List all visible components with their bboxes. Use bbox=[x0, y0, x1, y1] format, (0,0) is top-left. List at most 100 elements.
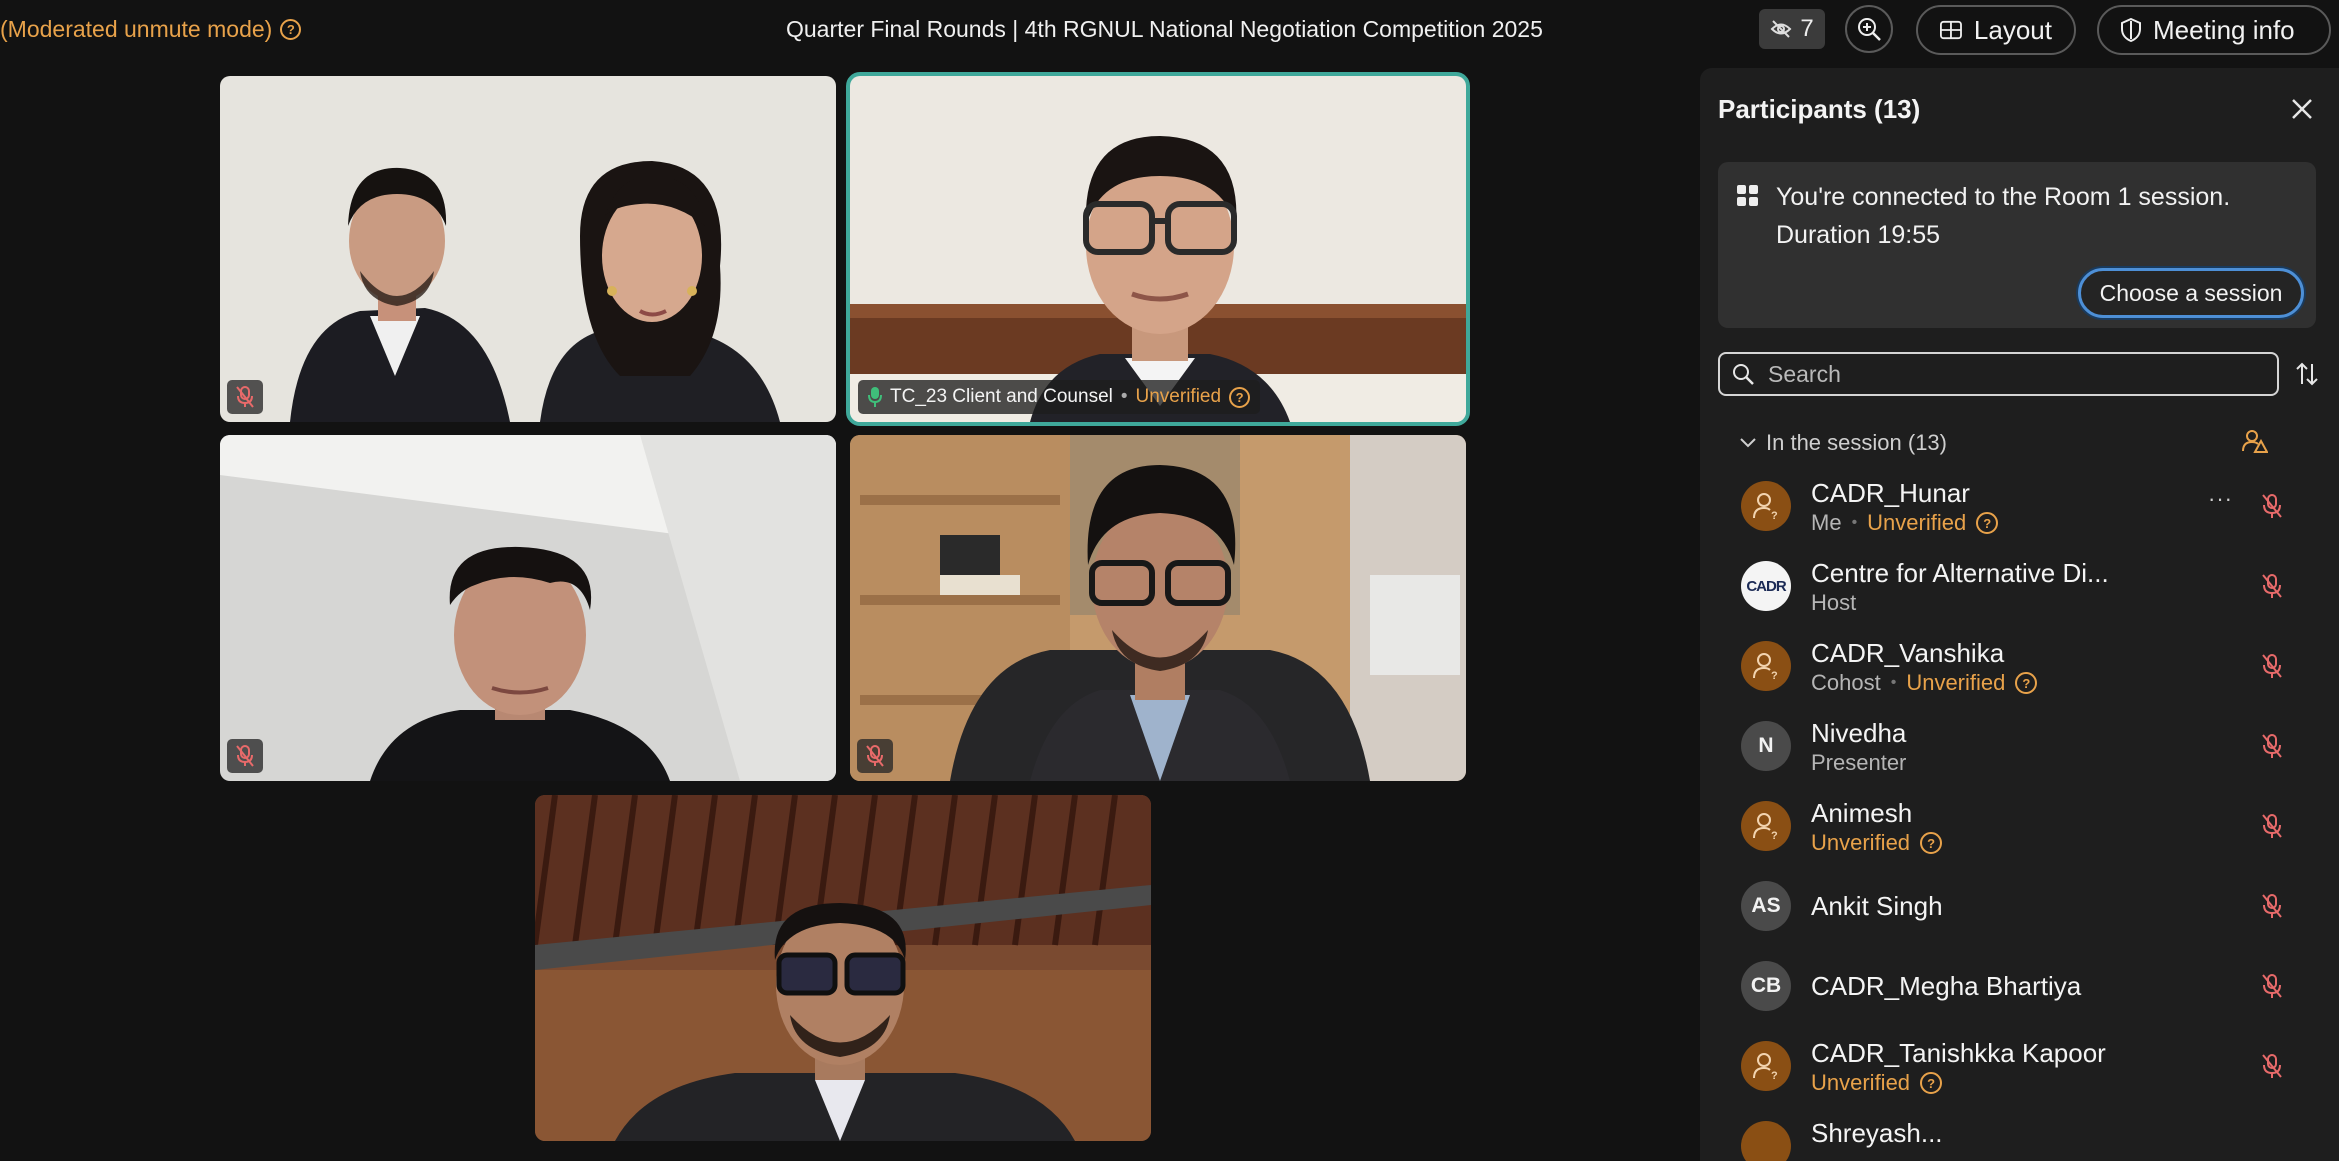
participant-meta: Me • Unverified ? bbox=[1811, 510, 1999, 536]
meeting-title: Quarter Final Rounds | 4th RGNUL Nationa… bbox=[786, 16, 1543, 42]
participant-row[interactable]: N Nivedha Presenter bbox=[1700, 706, 2339, 786]
help-icon[interactable]: ? bbox=[280, 19, 302, 40]
participant-role: Cohost bbox=[1811, 670, 1881, 695]
participant-row[interactable]: ? CADR_Tanishkka Kapoor Unverified ? bbox=[1700, 1026, 2339, 1106]
participant-video bbox=[220, 76, 836, 422]
verification-status: Unverified bbox=[1867, 510, 1967, 535]
panel-title: Participants (13) bbox=[1718, 94, 1921, 124]
mic-off-icon[interactable] bbox=[2258, 892, 2286, 920]
participant-meta: Presenter bbox=[1811, 750, 1906, 776]
more-options-icon[interactable]: ··· bbox=[2208, 486, 2233, 512]
mic-off-icon[interactable] bbox=[2258, 572, 2286, 600]
participant-name: Centre for Alternative Di... bbox=[1811, 558, 2109, 588]
participant-search[interactable] bbox=[1718, 352, 2279, 396]
participant-meta: Cohost • Unverified ? bbox=[1811, 670, 2038, 696]
mic-muted-badge bbox=[227, 739, 263, 773]
logo-text: CADR bbox=[1746, 577, 1786, 595]
layout-button[interactable]: Layout bbox=[1916, 5, 2076, 55]
top-bar: (Moderated unmute mode) ? Quarter Final … bbox=[0, 0, 2339, 60]
video-tile[interactable] bbox=[220, 76, 836, 422]
participant-role: Me bbox=[1811, 510, 1842, 535]
help-icon[interactable]: ? bbox=[1976, 512, 1999, 534]
participant-name: Shreyash... bbox=[1811, 1118, 1943, 1148]
participant-row[interactable]: CADR Centre for Alternative Di... Host bbox=[1700, 546, 2339, 626]
mic-off-icon[interactable] bbox=[2258, 972, 2286, 1000]
participant-name: CADR_Megha Bhartiya bbox=[1811, 971, 2082, 1001]
mic-on-icon bbox=[868, 387, 882, 407]
verification-status: Unverified bbox=[1135, 386, 1222, 407]
chevron-down-icon bbox=[1740, 438, 1756, 448]
video-tile[interactable] bbox=[535, 795, 1151, 1141]
search-input[interactable] bbox=[1766, 359, 2250, 389]
mic-off-icon[interactable] bbox=[2258, 732, 2286, 760]
participant-video bbox=[850, 76, 1466, 422]
mic-off-icon bbox=[236, 745, 254, 767]
verification-status: Unverified bbox=[1906, 670, 2006, 695]
help-icon[interactable]: ? bbox=[1229, 386, 1251, 408]
moderated-mode-label: (Moderated unmute mode) bbox=[0, 16, 273, 42]
help-icon[interactable]: ? bbox=[1920, 832, 1943, 854]
layout-grid-icon bbox=[1940, 20, 1962, 40]
anonymous-avatar-icon: ? bbox=[1741, 1041, 1791, 1091]
video-tile-active-speaker[interactable]: TC_23 Client and Counsel • Unverified ? bbox=[846, 72, 1470, 426]
mic-off-icon bbox=[866, 745, 884, 767]
participant-row[interactable]: ? CADR_Vanshika Cohost • Unverified ? bbox=[1700, 626, 2339, 706]
participant-row[interactable]: AS Ankit Singh bbox=[1700, 866, 2339, 946]
mic-off-icon[interactable] bbox=[2258, 492, 2286, 520]
participant-video bbox=[850, 435, 1466, 781]
verification-status: Unverified bbox=[1811, 830, 1911, 855]
session-room-text: You're connected to the Room 1 session. bbox=[1776, 183, 2231, 211]
hidden-videos-count: 7 bbox=[1800, 15, 1814, 42]
participant-role: Presenter bbox=[1811, 750, 1907, 775]
anonymous-avatar-icon: ? bbox=[1741, 481, 1791, 531]
verification-status: Unverified bbox=[1811, 1070, 1911, 1095]
mic-off-icon[interactable] bbox=[2258, 812, 2286, 840]
mic-muted-badge bbox=[857, 739, 893, 773]
participant-meta: Unverified ? bbox=[1811, 830, 1943, 856]
choose-session-button[interactable]: Choose a session bbox=[2078, 268, 2304, 318]
participant-name: Animesh bbox=[1811, 798, 1913, 828]
participant-row[interactable]: ? CADR_Hunar Me • Unverified ? ··· bbox=[1700, 466, 2339, 546]
participant-row[interactable]: CB CADR_Megha Bhartiya bbox=[1700, 946, 2339, 1026]
zoom-in-icon bbox=[1858, 18, 1881, 41]
participant-name: CADR_Vanshika bbox=[1811, 638, 2005, 668]
meeting-info-button[interactable]: Meeting info bbox=[2097, 5, 2331, 55]
mic-muted-badge bbox=[227, 380, 263, 414]
session-message: You're connected to the Room 1 session. … bbox=[1776, 178, 2296, 254]
session-info-card: You're connected to the Room 1 session. … bbox=[1718, 162, 2316, 328]
zoom-button[interactable] bbox=[1845, 5, 1893, 53]
participant-meta: Host bbox=[1811, 590, 1856, 616]
hidden-videos-button[interactable]: 7 bbox=[1759, 9, 1825, 49]
breakout-session-icon bbox=[1737, 185, 1758, 206]
in-session-section-toggle[interactable]: In the session (13) bbox=[1740, 430, 1947, 456]
host-logo-avatar: CADR bbox=[1741, 561, 1791, 611]
anonymous-avatar-icon bbox=[1741, 1121, 1791, 1161]
participant-name: TC_23 Client and Counsel bbox=[890, 386, 1113, 407]
session-duration: Duration 19:55 bbox=[1776, 221, 1941, 249]
participant-meta: Unverified ? bbox=[1811, 1070, 1943, 1096]
moderated-unmute-indicator[interactable]: (Moderated unmute mode) ? bbox=[0, 16, 302, 43]
mic-off-icon[interactable] bbox=[2258, 652, 2286, 680]
participant-video bbox=[220, 435, 836, 781]
help-icon[interactable]: ? bbox=[2015, 672, 2038, 694]
anonymous-avatar-icon: ? bbox=[1741, 641, 1791, 691]
initials-avatar: N bbox=[1741, 721, 1791, 771]
participant-list: ? CADR_Hunar Me • Unverified ? ··· CADR … bbox=[1700, 466, 2339, 1161]
mic-off-icon bbox=[236, 386, 254, 408]
sort-icon[interactable] bbox=[2293, 360, 2321, 388]
video-tile[interactable] bbox=[850, 435, 1466, 781]
participant-row-partial[interactable]: Shreyash... bbox=[1700, 1106, 2339, 1161]
help-icon[interactable]: ? bbox=[1920, 1072, 1943, 1094]
svg-text:?: ? bbox=[1771, 670, 1778, 681]
mic-off-icon[interactable] bbox=[2258, 1052, 2286, 1080]
svg-text:?: ? bbox=[1771, 830, 1778, 841]
user-warning-icon[interactable] bbox=[2242, 428, 2268, 454]
meeting-info-label: Meeting info bbox=[2153, 14, 2295, 45]
video-tile[interactable] bbox=[220, 435, 836, 781]
participant-name: CADR_Hunar bbox=[1811, 478, 1970, 508]
participant-row[interactable]: ? Animesh Unverified ? bbox=[1700, 786, 2339, 866]
anonymous-avatar-icon: ? bbox=[1741, 801, 1791, 851]
close-icon[interactable] bbox=[2289, 96, 2315, 122]
search-icon bbox=[1733, 364, 1754, 385]
participant-role: Host bbox=[1811, 590, 1857, 615]
